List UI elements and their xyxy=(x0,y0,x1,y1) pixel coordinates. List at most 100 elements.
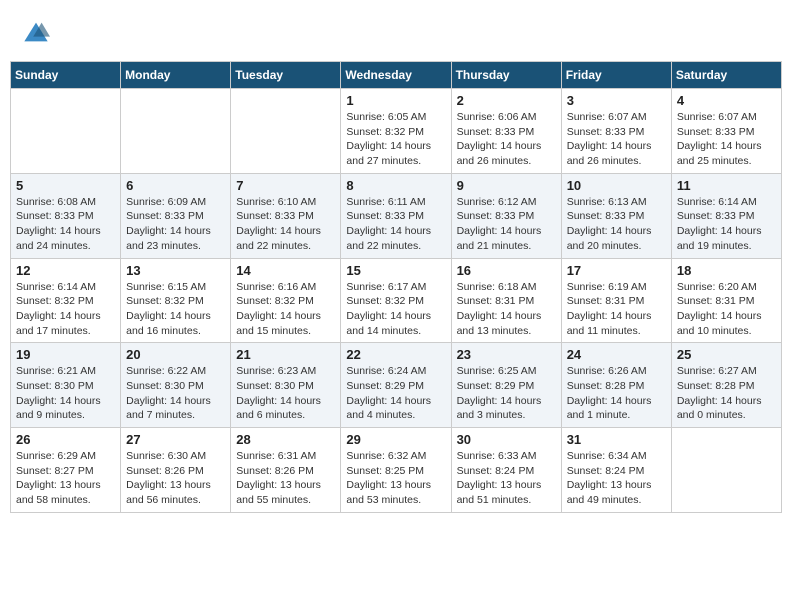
weekday-header-row: SundayMondayTuesdayWednesdayThursdayFrid… xyxy=(11,62,782,89)
day-info: Sunrise: 6:32 AMSunset: 8:25 PMDaylight:… xyxy=(346,449,445,508)
calendar-cell: 19Sunrise: 6:21 AMSunset: 8:30 PMDayligh… xyxy=(11,343,121,428)
calendar-cell: 18 Sunrise: 6:20 AMSunset: 8:31 PMDayligh… xyxy=(671,258,781,343)
calendar-cell: 9 Sunrise: 6:12 AMSunset: 8:33 PMDaylight… xyxy=(451,173,561,258)
day-info: Sunrise: 6:13 AMSunset: 8:33 PMDaylight:… xyxy=(567,195,666,254)
calendar-cell: 5 Sunrise: 6:08 AMSunset: 8:33 PMDaylight… xyxy=(11,173,121,258)
calendar-cell: 24 Sunrise: 6:26 AMSunset: 8:28 PMDayligh… xyxy=(561,343,671,428)
day-info: Sunrise: 6:22 AMSunset: 8:30 PMDaylight:… xyxy=(126,364,225,423)
day-number: 28 xyxy=(236,432,335,447)
calendar-table: SundayMondayTuesdayWednesdayThursdayFrid… xyxy=(10,61,782,513)
calendar-cell: 11 Sunrise: 6:14 AMSunset: 8:33 PMDayligh… xyxy=(671,173,781,258)
day-number: 13 xyxy=(126,263,225,278)
day-number: 1 xyxy=(346,93,445,108)
day-number: 12 xyxy=(16,263,115,278)
calendar-cell: 10 Sunrise: 6:13 AMSunset: 8:33 PMDayligh… xyxy=(561,173,671,258)
day-info: Sunrise: 6:10 AMSunset: 8:33 PMDaylight:… xyxy=(236,195,335,254)
calendar-cell: 3 Sunrise: 6:07 AMSunset: 8:33 PMDaylight… xyxy=(561,89,671,174)
calendar-week-row: 12 Sunrise: 6:14 AMSunset: 8:32 PMDayligh… xyxy=(11,258,782,343)
calendar-cell: 31 Sunrise: 6:34 AMSunset: 8:24 PMDayligh… xyxy=(561,428,671,513)
day-info: Sunrise: 6:16 AMSunset: 8:32 PMDaylight:… xyxy=(236,280,335,339)
day-number: 23 xyxy=(457,347,556,362)
day-info: Sunrise: 6:08 AMSunset: 8:33 PMDaylight:… xyxy=(16,195,115,254)
weekday-header-tuesday: Tuesday xyxy=(231,62,341,89)
day-number: 15 xyxy=(346,263,445,278)
day-info: Sunrise: 6:23 AMSunset: 8:30 PMDaylight:… xyxy=(236,364,335,423)
calendar-cell: 28 Sunrise: 6:31 AMSunset: 8:26 PMDayligh… xyxy=(231,428,341,513)
calendar-cell: 14 Sunrise: 6:16 AMSunset: 8:32 PMDayligh… xyxy=(231,258,341,343)
day-number: 10 xyxy=(567,178,666,193)
day-info: Sunrise: 6:33 AMSunset: 8:24 PMDaylight:… xyxy=(457,449,556,508)
day-info: Sunrise: 6:14 AMSunset: 8:32 PMDaylight:… xyxy=(16,280,115,339)
calendar-cell: 15 Sunrise: 6:17 AMSunset: 8:32 PMDayligh… xyxy=(341,258,451,343)
calendar-week-row: 1Sunrise: 6:05 AMSunset: 8:32 PMDaylight… xyxy=(11,89,782,174)
calendar-cell xyxy=(11,89,121,174)
day-number: 20 xyxy=(126,347,225,362)
day-info: Sunrise: 6:34 AMSunset: 8:24 PMDaylight:… xyxy=(567,449,666,508)
day-info: Sunrise: 6:07 AMSunset: 8:33 PMDaylight:… xyxy=(567,110,666,169)
day-number: 21 xyxy=(236,347,335,362)
day-info: Sunrise: 6:31 AMSunset: 8:26 PMDaylight:… xyxy=(236,449,335,508)
calendar-cell: 25 Sunrise: 6:27 AMSunset: 8:28 PMDayligh… xyxy=(671,343,781,428)
day-number: 9 xyxy=(457,178,556,193)
day-number: 3 xyxy=(567,93,666,108)
day-info: Sunrise: 6:26 AMSunset: 8:28 PMDaylight:… xyxy=(567,364,666,423)
calendar-cell: 13 Sunrise: 6:15 AMSunset: 8:32 PMDayligh… xyxy=(121,258,231,343)
calendar-cell: 1Sunrise: 6:05 AMSunset: 8:32 PMDaylight… xyxy=(341,89,451,174)
day-number: 7 xyxy=(236,178,335,193)
day-info: Sunrise: 6:12 AMSunset: 8:33 PMDaylight:… xyxy=(457,195,556,254)
calendar-week-row: 19Sunrise: 6:21 AMSunset: 8:30 PMDayligh… xyxy=(11,343,782,428)
day-number: 11 xyxy=(677,178,776,193)
weekday-header-friday: Friday xyxy=(561,62,671,89)
day-number: 30 xyxy=(457,432,556,447)
day-number: 6 xyxy=(126,178,225,193)
day-info: Sunrise: 6:14 AMSunset: 8:33 PMDaylight:… xyxy=(677,195,776,254)
calendar-week-row: 26Sunrise: 6:29 AMSunset: 8:27 PMDayligh… xyxy=(11,428,782,513)
calendar-cell: 7 Sunrise: 6:10 AMSunset: 8:33 PMDaylight… xyxy=(231,173,341,258)
calendar-cell: 21 Sunrise: 6:23 AMSunset: 8:30 PMDayligh… xyxy=(231,343,341,428)
day-info: Sunrise: 6:06 AMSunset: 8:33 PMDaylight:… xyxy=(457,110,556,169)
calendar-cell: 27 Sunrise: 6:30 AMSunset: 8:26 PMDayligh… xyxy=(121,428,231,513)
day-number: 29 xyxy=(346,432,445,447)
calendar-cell: 29 Sunrise: 6:32 AMSunset: 8:25 PMDayligh… xyxy=(341,428,451,513)
calendar-cell xyxy=(231,89,341,174)
day-number: 17 xyxy=(567,263,666,278)
day-number: 22 xyxy=(346,347,445,362)
weekday-header-thursday: Thursday xyxy=(451,62,561,89)
day-number: 16 xyxy=(457,263,556,278)
day-info: Sunrise: 6:21 AMSunset: 8:30 PMDaylight:… xyxy=(16,364,115,423)
day-number: 26 xyxy=(16,432,115,447)
calendar-cell: 17 Sunrise: 6:19 AMSunset: 8:31 PMDayligh… xyxy=(561,258,671,343)
weekday-header-monday: Monday xyxy=(121,62,231,89)
day-number: 31 xyxy=(567,432,666,447)
page-header xyxy=(10,10,782,55)
day-number: 25 xyxy=(677,347,776,362)
day-info: Sunrise: 6:30 AMSunset: 8:26 PMDaylight:… xyxy=(126,449,225,508)
calendar-cell xyxy=(671,428,781,513)
weekday-header-saturday: Saturday xyxy=(671,62,781,89)
day-info: Sunrise: 6:19 AMSunset: 8:31 PMDaylight:… xyxy=(567,280,666,339)
day-number: 2 xyxy=(457,93,556,108)
calendar-cell: 22 Sunrise: 6:24 AMSunset: 8:29 PMDayligh… xyxy=(341,343,451,428)
day-number: 24 xyxy=(567,347,666,362)
calendar-cell: 2 Sunrise: 6:06 AMSunset: 8:33 PMDaylight… xyxy=(451,89,561,174)
calendar-cell: 4 Sunrise: 6:07 AMSunset: 8:33 PMDaylight… xyxy=(671,89,781,174)
day-number: 5 xyxy=(16,178,115,193)
calendar-cell: 12 Sunrise: 6:14 AMSunset: 8:32 PMDayligh… xyxy=(11,258,121,343)
day-info: Sunrise: 6:11 AMSunset: 8:33 PMDaylight:… xyxy=(346,195,445,254)
day-number: 18 xyxy=(677,263,776,278)
day-info: Sunrise: 6:27 AMSunset: 8:28 PMDaylight:… xyxy=(677,364,776,423)
day-info: Sunrise: 6:15 AMSunset: 8:32 PMDaylight:… xyxy=(126,280,225,339)
day-number: 27 xyxy=(126,432,225,447)
day-info: Sunrise: 6:20 AMSunset: 8:31 PMDaylight:… xyxy=(677,280,776,339)
day-info: Sunrise: 6:07 AMSunset: 8:33 PMDaylight:… xyxy=(677,110,776,169)
day-number: 4 xyxy=(677,93,776,108)
calendar-cell: 8 Sunrise: 6:11 AMSunset: 8:33 PMDaylight… xyxy=(341,173,451,258)
calendar-cell: 23 Sunrise: 6:25 AMSunset: 8:29 PMDayligh… xyxy=(451,343,561,428)
day-info: Sunrise: 6:24 AMSunset: 8:29 PMDaylight:… xyxy=(346,364,445,423)
day-info: Sunrise: 6:25 AMSunset: 8:29 PMDaylight:… xyxy=(457,364,556,423)
day-number: 14 xyxy=(236,263,335,278)
calendar-cell: 20 Sunrise: 6:22 AMSunset: 8:30 PMDayligh… xyxy=(121,343,231,428)
day-number: 8 xyxy=(346,178,445,193)
day-info: Sunrise: 6:17 AMSunset: 8:32 PMDaylight:… xyxy=(346,280,445,339)
day-info: Sunrise: 6:18 AMSunset: 8:31 PMDaylight:… xyxy=(457,280,556,339)
